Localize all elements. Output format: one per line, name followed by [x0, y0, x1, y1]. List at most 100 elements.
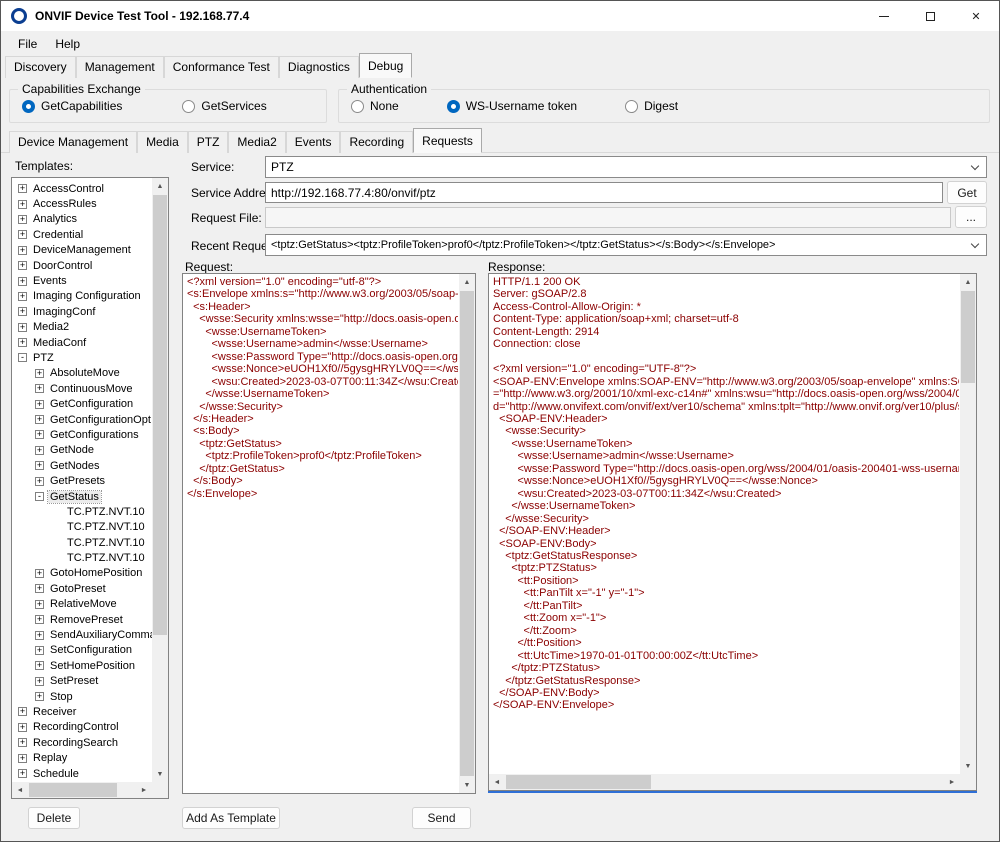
debug-tab[interactable]: Recording [340, 131, 413, 153]
tree-item[interactable]: PTZ [12, 350, 152, 365]
tree-item[interactable]: GetNodes [12, 458, 152, 473]
radio-option[interactable]: GetCapabilities [22, 99, 122, 113]
expander-icon[interactable] [35, 569, 44, 578]
add-as-template-button[interactable]: Add As Template [182, 807, 280, 829]
tree-item[interactable]: GetStatus [12, 489, 152, 504]
scroll-left-icon[interactable]: ◄ [12, 782, 28, 798]
tree-item[interactable]: AccessControl [12, 181, 152, 196]
tree-item[interactable]: MediaConf [12, 335, 152, 350]
radio-option[interactable]: GetServices [182, 99, 266, 113]
tree-item[interactable]: RecordingControl [12, 720, 152, 735]
expander-icon[interactable] [18, 323, 27, 332]
tree-item[interactable]: TC.PTZ.NVT.10 [12, 535, 152, 550]
expander-icon[interactable] [35, 446, 44, 455]
expander-icon[interactable] [35, 661, 44, 670]
response-horizontal-scrollbar[interactable]: ◄ ► [489, 774, 960, 790]
debug-tab[interactable]: Media [137, 131, 188, 153]
tree-item[interactable]: Media2 [12, 320, 152, 335]
tree-item[interactable]: Schedule [12, 766, 152, 781]
send-button[interactable]: Send [412, 807, 471, 829]
main-tab[interactable]: Debug [359, 53, 412, 78]
scrollbar-thumb[interactable] [506, 775, 651, 789]
expander-icon[interactable] [18, 292, 27, 301]
tree-item[interactable]: RecordingSearch [12, 735, 152, 750]
scroll-right-icon[interactable]: ► [136, 782, 152, 798]
scrollbar-thumb[interactable] [460, 291, 474, 776]
tree-item[interactable]: Replay [12, 750, 152, 765]
tree-vertical-scrollbar[interactable]: ▲ ▼ [152, 178, 168, 782]
expander-icon[interactable] [35, 415, 44, 424]
scrollbar-thumb[interactable] [961, 291, 975, 383]
radio-option[interactable]: None [351, 99, 399, 113]
request-file-input[interactable] [265, 207, 951, 228]
tree-item[interactable]: Receiver [12, 704, 152, 719]
scrollbar-thumb[interactable] [153, 195, 167, 635]
tree-item[interactable]: GetNode [12, 443, 152, 458]
expander-icon[interactable] [18, 353, 27, 362]
expander-icon[interactable] [35, 430, 44, 439]
menu-help[interactable]: Help [46, 33, 89, 55]
tree-item[interactable]: GetConfiguration [12, 396, 152, 411]
expander-icon[interactable] [18, 200, 27, 209]
tree-item[interactable]: DeviceManagement [12, 243, 152, 258]
tree-item[interactable]: Analytics [12, 212, 152, 227]
service-address-input[interactable]: http://192.168.77.4:80/onvif/ptz [265, 182, 943, 203]
expander-icon[interactable] [18, 277, 27, 286]
expander-icon[interactable] [18, 246, 27, 255]
debug-tab[interactable]: Media2 [228, 131, 285, 153]
expander-icon[interactable] [18, 707, 27, 716]
tree-item[interactable]: AbsoluteMove [12, 366, 152, 381]
tree-item[interactable]: ImagingConf [12, 304, 152, 319]
tree-item[interactable]: TC.PTZ.NVT.10 [12, 504, 152, 519]
scroll-up-icon[interactable]: ▲ [459, 274, 475, 290]
scroll-up-icon[interactable]: ▲ [960, 274, 976, 290]
tree-item[interactable]: GotoHomePosition [12, 566, 152, 581]
response-xml[interactable]: HTTP/1.1 200 OK Server: gSOAP/2.8 Access… [493, 276, 959, 773]
radio-option[interactable]: Digest [625, 99, 678, 113]
expander-icon[interactable] [18, 723, 27, 732]
main-tab[interactable]: Management [76, 56, 164, 78]
tree-item[interactable]: Imaging Configuration [12, 289, 152, 304]
tree-item[interactable]: DoorControl [12, 258, 152, 273]
tree-horizontal-scrollbar[interactable]: ◄ ► [12, 782, 152, 798]
expander-icon[interactable] [18, 230, 27, 239]
radio-option[interactable]: WS-Username token [447, 99, 577, 113]
scroll-down-icon[interactable]: ▼ [960, 758, 976, 774]
debug-tab[interactable]: PTZ [188, 131, 229, 153]
expander-icon[interactable] [35, 615, 44, 624]
menu-file[interactable]: File [9, 33, 46, 55]
tree-item[interactable]: GetConfigurationOpt [12, 412, 152, 427]
tree-item[interactable]: RemovePreset [12, 612, 152, 627]
expander-icon[interactable] [18, 307, 27, 316]
tree-item[interactable]: TC.PTZ.NVT.10 [12, 550, 152, 565]
expander-icon[interactable] [35, 631, 44, 640]
request-xml[interactable]: <?xml version="1.0" encoding="utf-8"?> <… [187, 276, 458, 791]
tree-item[interactable]: SetConfiguration [12, 643, 152, 658]
expander-icon[interactable] [35, 477, 44, 486]
tree-item[interactable]: ContinuousMove [12, 381, 152, 396]
debug-tab[interactable]: Device Management [9, 131, 137, 153]
expander-icon[interactable] [35, 384, 44, 393]
expander-icon[interactable] [18, 261, 27, 270]
tree-item[interactable]: SetPreset [12, 674, 152, 689]
tree-item[interactable]: TC.PTZ.NVT.10 [12, 520, 152, 535]
scroll-down-icon[interactable]: ▼ [152, 766, 168, 782]
tree-item[interactable]: Credential [12, 227, 152, 242]
scroll-left-icon[interactable]: ◄ [489, 774, 505, 790]
main-tab[interactable]: Discovery [5, 56, 76, 78]
expander-icon[interactable] [35, 400, 44, 409]
main-tab[interactable]: Diagnostics [279, 56, 359, 78]
expander-icon[interactable] [35, 369, 44, 378]
scroll-down-icon[interactable]: ▼ [459, 777, 475, 793]
tree-item[interactable]: SetHomePosition [12, 658, 152, 673]
tree-item[interactable]: GetConfigurations [12, 427, 152, 442]
service-dropdown[interactable]: PTZ [265, 156, 987, 178]
request-vertical-scrollbar[interactable]: ▲ ▼ [459, 274, 475, 793]
scrollbar-thumb[interactable] [29, 783, 117, 797]
response-vertical-scrollbar[interactable]: ▲ ▼ [960, 274, 976, 774]
expander-icon[interactable] [35, 692, 44, 701]
expander-icon[interactable] [35, 584, 44, 593]
recent-requests-dropdown[interactable]: <tptz:GetStatus><tptz:ProfileToken>prof0… [265, 234, 987, 256]
tree-item[interactable]: Events [12, 273, 152, 288]
tree-item[interactable]: Stop [12, 689, 152, 704]
